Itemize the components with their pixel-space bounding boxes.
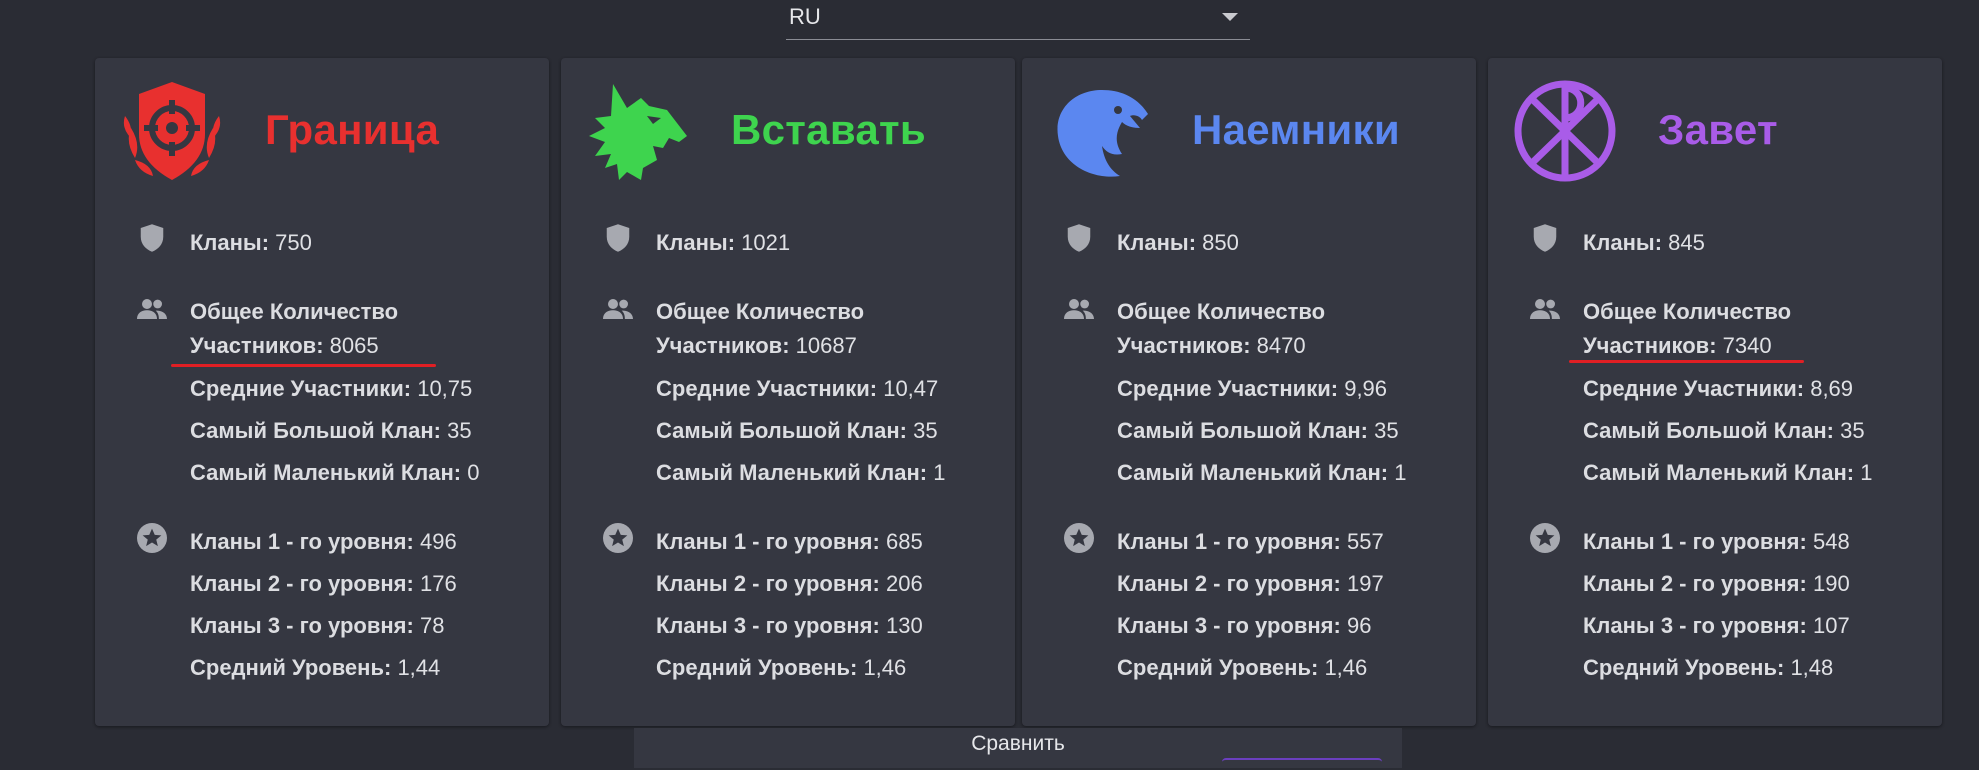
- star-circle-icon: [1530, 523, 1560, 553]
- level2-row: Кланы 2 - го уровня: 206: [656, 571, 923, 596]
- clans-value: 845: [1668, 230, 1705, 255]
- faction-name: Завет: [1658, 106, 1778, 153]
- crosshair-shield-icon: [123, 82, 221, 180]
- avg-members-row: Средние Участники: 8,69: [1583, 376, 1854, 401]
- compare-button[interactable]: Сравнить: [634, 732, 1402, 756]
- level1-row: Кланы 1 - го уровня: 557: [1117, 529, 1384, 554]
- clans-value: 1021: [741, 230, 791, 255]
- largest-clan-row: Самый Большой Клан: 35: [1583, 418, 1865, 443]
- avg-level-row: Средний Уровень: 1,46: [656, 655, 907, 680]
- faction-card-border: Граница Кланы: 750 Общее Количество Учас…: [95, 58, 549, 726]
- people-icon: [1530, 299, 1560, 319]
- members-value: 8470: [1256, 333, 1306, 358]
- wolf-head-icon: [589, 84, 687, 180]
- largest-clan-row: Самый Большой Клан: 35: [1117, 418, 1399, 443]
- total-members-row: Участников: 8470: [1117, 333, 1306, 358]
- faction-card-rise: Вставать Кланы: 1021 Общее Количество Уч…: [561, 58, 1015, 726]
- avg-level-row: Средний Уровень: 1,44: [190, 655, 441, 680]
- avg-members-row: Средние Участники: 9,96: [1117, 376, 1388, 401]
- avg-level-row: Средний Уровень: 1,48: [1583, 655, 1834, 680]
- clans-value: 850: [1202, 230, 1239, 255]
- avg-members-row: Средние Участники: 10,47: [656, 376, 939, 401]
- smallest-clan-row: Самый Маленький Клан: 0: [190, 460, 480, 485]
- smallest-clan-row: Самый Маленький Клан: 1: [1117, 460, 1407, 485]
- compare-panel: Сравнить: [634, 728, 1402, 768]
- clans-row: Кланы: 750: [190, 230, 312, 255]
- smallest-clan-row: Самый Маленький Клан: 1: [1583, 460, 1873, 485]
- level1-row: Кланы 1 - го уровня: 496: [190, 529, 457, 554]
- eagle-head-icon: [1057, 90, 1148, 177]
- total-members-label: Общее Количество: [1583, 299, 1792, 324]
- level1-row: Кланы 1 - го уровня: 548: [1583, 529, 1850, 554]
- level3-row: Кланы 3 - го уровня: 130: [656, 613, 923, 638]
- avg-members-row: Средние Участники: 10,75: [190, 376, 473, 401]
- faction-name: Вставать: [731, 106, 927, 153]
- annotation-underline: [1569, 360, 1804, 363]
- faction-card-covenant: Завет Кланы: 845 Общее Количество Участн…: [1488, 58, 1942, 726]
- members-value: 8065: [329, 333, 379, 358]
- level2-row: Кланы 2 - го уровня: 197: [1117, 571, 1384, 596]
- compare-select-edge[interactable]: [1222, 758, 1382, 770]
- members-value: 10687: [795, 333, 857, 358]
- annotation-underline: [171, 364, 436, 367]
- total-members-row: Участников: 8065: [190, 333, 379, 358]
- largest-clan-row: Самый Большой Клан: 35: [656, 418, 938, 443]
- people-icon: [137, 299, 167, 319]
- level2-row: Кланы 2 - го уровня: 176: [190, 571, 457, 596]
- clans-row: Кланы: 850: [1117, 230, 1239, 255]
- clans-row: Кланы: 1021: [656, 230, 791, 255]
- shield-icon: [1533, 224, 1557, 252]
- faction-name: Наемники: [1192, 106, 1400, 153]
- faction-card-mercenaries: Наемники Кланы: 850 Общее Количество Уча…: [1022, 58, 1476, 726]
- level2-row: Кланы 2 - го уровня: 190: [1583, 571, 1850, 596]
- total-members-label: Общее Количество: [656, 299, 865, 324]
- people-icon: [603, 299, 633, 319]
- chevron-down-icon[interactable]: [1222, 13, 1238, 21]
- clans-value: 750: [275, 230, 312, 255]
- clans-row: Кланы: 845: [1583, 230, 1705, 255]
- language-select[interactable]: RU: [786, 0, 1250, 40]
- total-members-label: Общее Количество: [1117, 299, 1326, 324]
- star-circle-icon: [137, 523, 167, 553]
- shield-icon: [1067, 224, 1091, 252]
- shield-icon: [606, 224, 630, 252]
- shield-icon: [140, 224, 164, 252]
- faction-name: Граница: [265, 106, 440, 153]
- level3-row: Кланы 3 - го уровня: 78: [190, 613, 445, 638]
- language-select-value: RU: [789, 4, 821, 29]
- avg-level-row: Средний Уровень: 1,46: [1117, 655, 1368, 680]
- smallest-clan-row: Самый Маленький Клан: 1: [656, 460, 946, 485]
- people-icon: [1064, 299, 1094, 319]
- largest-clan-row: Самый Большой Клан: 35: [190, 418, 472, 443]
- star-circle-icon: [1064, 523, 1094, 553]
- star-circle-icon: [603, 523, 633, 553]
- total-members-row: Участников: 10687: [656, 333, 857, 358]
- chi-rho-icon: [1514, 80, 1616, 182]
- total-members-label: Общее Количество: [190, 299, 399, 324]
- total-members-row: Участников: 7340: [1583, 333, 1772, 358]
- level3-row: Кланы 3 - го уровня: 96: [1117, 613, 1372, 638]
- level1-row: Кланы 1 - го уровня: 685: [656, 529, 923, 554]
- level3-row: Кланы 3 - го уровня: 107: [1583, 613, 1850, 638]
- members-value: 7340: [1722, 333, 1772, 358]
